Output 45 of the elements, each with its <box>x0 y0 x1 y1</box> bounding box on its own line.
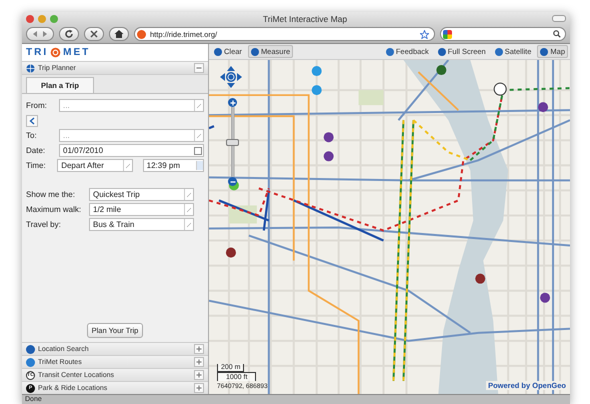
field-label: Date: <box>26 146 46 155</box>
plus-icon <box>196 385 202 391</box>
collapse-button[interactable] <box>194 63 204 73</box>
option-dropdown[interactable]: 1/2 mile <box>89 203 194 216</box>
search-engine-icon <box>443 30 452 38</box>
field-label: From: <box>26 101 48 110</box>
pan-control-icon[interactable] <box>220 66 242 88</box>
reload-icon <box>64 29 74 39</box>
minus-icon <box>196 65 202 71</box>
close-button[interactable] <box>26 14 34 22</box>
toolbar-toggle-button[interactable] <box>552 15 566 22</box>
expand-button[interactable] <box>194 383 204 393</box>
window-title: TriMet Interactive Map <box>262 14 348 24</box>
plus-icon <box>196 346 202 352</box>
expand-button[interactable] <box>194 344 204 354</box>
option-dropdown[interactable]: Quickest Trip <box>89 188 194 201</box>
trimet-logo[interactable]: TRI MET <box>22 44 208 61</box>
home-icon <box>114 29 124 39</box>
expand-button[interactable] <box>194 370 204 380</box>
swap-button[interactable] <box>26 114 38 126</box>
site-icon <box>137 30 146 38</box>
plus-icon <box>196 372 202 378</box>
zoom-slider[interactable] <box>226 107 239 177</box>
expand-button[interactable] <box>194 357 204 367</box>
field-label: Time: <box>26 161 47 170</box>
option-label: Maximum walk: <box>26 205 82 214</box>
option-label: Travel by: <box>26 220 62 229</box>
reload-button[interactable] <box>59 27 79 41</box>
plus-icon <box>196 359 202 365</box>
option-dropdown[interactable]: Bus & Train <box>89 218 194 231</box>
time-mode-dropdown[interactable]: Depart After <box>57 159 133 172</box>
stop-icon <box>89 29 99 39</box>
globe-icon <box>26 64 35 72</box>
field-label: To: <box>26 131 38 140</box>
minus-icon <box>230 178 236 184</box>
search-icon <box>553 30 561 38</box>
stop-button[interactable] <box>84 27 104 41</box>
back-forward-button[interactable] <box>26 27 54 41</box>
plus-icon <box>230 100 236 106</box>
date-field[interactable]: 01/07/2010 <box>59 144 204 157</box>
star-icon[interactable] <box>420 30 429 38</box>
time-field[interactable]: 12:39 pm <box>142 159 204 172</box>
option-label: Show me the: <box>26 190 76 199</box>
home-button[interactable] <box>109 27 129 41</box>
search-field[interactable] <box>440 27 566 41</box>
